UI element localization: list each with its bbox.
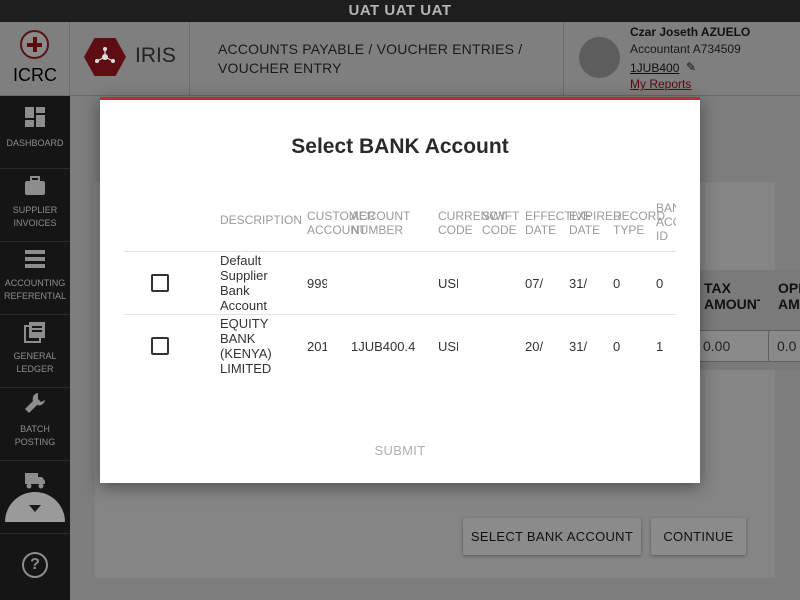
tax-amount-input[interactable]: 0.00 [694, 330, 776, 362]
bank-accounts-table: DESCRIPTION CUSTOMER ACCOUNT ACCOUNT NUM… [124, 195, 676, 393]
row-select-checkbox[interactable] [151, 337, 169, 355]
avatar[interactable] [579, 37, 620, 78]
column-header-bank-account-id: BANK ACCOUNT ID [656, 201, 676, 243]
cell-currency-code: USD [438, 339, 458, 354]
cell-effective-date: 20/ [525, 339, 544, 354]
cell-account-number: 1JUB400.4 [351, 339, 416, 354]
org-name: ICRC [13, 65, 57, 85]
list-icon [25, 250, 45, 268]
select-bank-account-button[interactable]: SELECT BANK ACCOUNT [463, 518, 641, 555]
sidebar-item-label: SUPPLIER INVOICES [12, 205, 58, 228]
sidebar-item-label: DASHBOARD [6, 138, 64, 148]
app-header: ICRC IRIS ACCOUNTS PAYABLE / VOUCHER ENT… [0, 22, 800, 96]
help-icon[interactable]: ? [22, 552, 48, 578]
column-header-swift-code: SWIFT CODE [482, 209, 520, 237]
submit-button[interactable]: SUBMIT [350, 438, 450, 462]
iris-hexagon-icon [84, 38, 126, 76]
select-bank-account-dialog: Select BANK Account DESCRIPTION CUSTOMER… [100, 97, 700, 483]
red-cross-emblem-icon [20, 30, 49, 59]
cell-customer-account: 201 [307, 339, 327, 354]
dashboard-icon [25, 107, 45, 127]
sidebar-item-general-ledger[interactable]: GENERAL LEDGER [0, 315, 70, 388]
column-header-description: DESCRIPTION [220, 213, 303, 227]
table-row[interactable]: Default Supplier Bank Account 999 USD 07… [124, 251, 676, 314]
dialog-title: Select BANK Account [291, 135, 509, 158]
sidebar-item-batch-posting[interactable]: BATCH POSTING [0, 388, 70, 461]
cell-effective-date: 07/ [525, 276, 544, 291]
sidebar-item-label: GENERAL LEDGER [13, 351, 57, 374]
cell-bank-account-id: 1 [656, 339, 664, 354]
sidebar-item-label: BATCH POSTING [14, 424, 56, 447]
cell-record-type: 0 [613, 339, 621, 354]
user-code-link[interactable]: 1JUB400 [630, 61, 679, 75]
truck-icon [25, 473, 45, 489]
continue-button[interactable]: CONTINUE [651, 518, 746, 555]
cell-expired-date: 31/ [569, 276, 588, 291]
sidebar-item-dashboard[interactable]: DASHBOARD [0, 96, 70, 169]
user-role: Accountant A734509 [630, 42, 741, 56]
breadcrumb: ACCOUNTS PAYABLE / VOUCHER ENTRIES / VOU… [218, 41, 523, 76]
open-amount-input[interactable]: 0.0 [768, 330, 800, 362]
environment-banner: UAT UAT UAT [0, 0, 800, 22]
sidebar-item-label: ACCOUNTING REFERENTIAL [3, 278, 66, 301]
user-panel: Czar Joseth AZUELO Accountant A734509 1J… [563, 22, 800, 96]
cell-record-type: 0 [613, 276, 621, 291]
icrc-logo[interactable]: ICRC [0, 22, 70, 96]
app-name: IRIS [135, 44, 176, 67]
cell-description: Default Supplier Bank Account [220, 253, 268, 313]
column-header-account-number: ACCOUNT NUMBER [351, 209, 411, 237]
cell-currency-code: USD [438, 276, 458, 291]
cell-expired-date: 31/ [569, 339, 588, 354]
sidebar-item-supplier-invoices[interactable]: SUPPLIER INVOICES [0, 169, 70, 242]
row-select-checkbox[interactable] [151, 274, 169, 292]
briefcase-icon [25, 176, 45, 195]
ledger-icon [24, 322, 45, 343]
wrench-icon [25, 393, 45, 413]
sidebar: DASHBOARD SUPPLIER INVOICES ACCOUNTING R… [0, 96, 70, 600]
pencil-icon[interactable]: ✎ [686, 60, 696, 74]
cell-description: EQUITY BANK (KENYA) LIMITED [220, 316, 272, 376]
sidebar-item-accounting-referential[interactable]: ACCOUNTING REFERENTIAL [0, 242, 70, 315]
my-reports-link[interactable]: My Reports [630, 77, 691, 91]
cell-customer-account: 999 [307, 276, 327, 291]
table-row[interactable]: EQUITY BANK (KENYA) LIMITED 201 1JUB400.… [124, 314, 676, 377]
user-name: Czar Joseth AZUELO [630, 25, 751, 39]
iris-logo[interactable]: IRIS [70, 22, 190, 96]
cell-bank-account-id: 0 [656, 276, 664, 291]
